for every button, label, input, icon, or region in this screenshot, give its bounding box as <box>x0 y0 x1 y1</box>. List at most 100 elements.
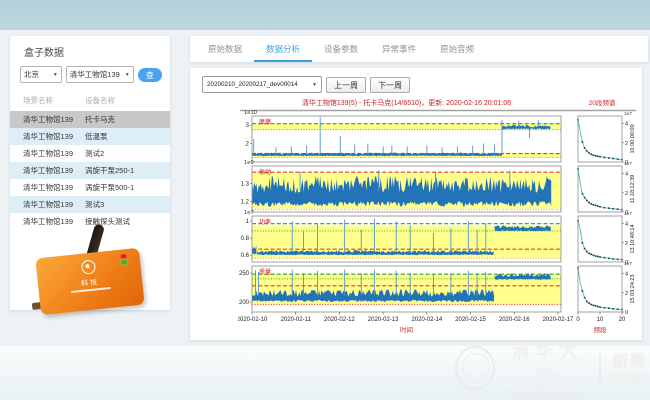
svg-text:振动: 振动 <box>259 168 271 176</box>
svg-text:13 10:48:14: 13 10:48:14 <box>630 224 636 253</box>
svg-text:频段: 频段 <box>594 325 608 334</box>
sensor-box: 科技 <box>35 248 144 316</box>
svg-text:2020-02-11: 2020-02-11 <box>281 317 312 323</box>
svg-text:1: 1 <box>246 219 250 225</box>
tab-3[interactable]: 异常事件 <box>370 36 428 60</box>
row-scene: 清华工物馆139 <box>10 148 85 159</box>
svg-text:1.3: 1.3 <box>241 182 250 188</box>
svg-text:2: 2 <box>625 191 628 197</box>
svg-text:1e7: 1e7 <box>624 261 632 267</box>
svg-text:15 03:24:23: 15 03:24:23 <box>630 274 636 303</box>
venue-select[interactable]: 清华工物馆139 ▼ <box>66 66 134 83</box>
venue-select-value: 清华工物馆139 <box>70 69 120 80</box>
spectrum-2: 0241e713 10:48:14 <box>577 211 636 266</box>
row-device: 低温泵 <box>85 131 170 142</box>
main-tab-bar: 原始数据数据分析设备参数异常事件原始音频 <box>190 36 648 62</box>
watermark-cn: 清华大学 <box>504 336 590 390</box>
svg-text:1e9: 1e9 <box>244 160 254 166</box>
region-select-value: 北京 <box>24 69 39 80</box>
svg-text:1e10: 1e10 <box>244 110 257 116</box>
device-photo: 科技 <box>30 240 158 310</box>
subplot-2: 0.6 0.8 1 1e7 功率 <box>241 210 561 262</box>
watermark: 清华大学 Tsinghua University 新闻 NEWS <box>455 336 650 399</box>
svg-text:2020-02-17: 2020-02-17 <box>543 317 574 323</box>
svg-text:2: 2 <box>625 141 628 147</box>
chevron-down-icon: ▼ <box>53 72 58 78</box>
led-green <box>121 260 127 265</box>
row-scene: 清华工物馆139 <box>10 131 85 142</box>
table-row[interactable]: 清华工物馆139接触探头测试 <box>10 213 170 230</box>
top-header-band <box>0 0 650 30</box>
spectrum-3: 0241e715 03:24:23 <box>577 261 636 316</box>
table-row[interactable]: 清华工物馆139测试3 <box>10 196 170 213</box>
analysis-panel: 20200210_20200217_dev00014 ▼ 上一周 下一周 清华工… <box>190 68 642 340</box>
svg-text:功率: 功率 <box>259 218 271 226</box>
tab-1[interactable]: 数据分析 <box>254 36 312 62</box>
svg-text:1.2: 1.2 <box>241 199 250 205</box>
search-button[interactable]: 查询 <box>138 68 162 82</box>
svg-text:200: 200 <box>239 300 250 306</box>
svg-text:2020-02-13: 2020-02-13 <box>368 317 399 323</box>
row-scene: 清华工物馆139 <box>10 199 85 210</box>
svg-text:10: 10 <box>597 317 604 323</box>
svg-text:0: 0 <box>625 310 628 316</box>
row-device: 测试2 <box>85 148 170 159</box>
svg-text:1e7: 1e7 <box>624 161 632 167</box>
svg-text:1e7: 1e7 <box>244 210 254 216</box>
tab-2[interactable]: 设备参数 <box>312 36 370 60</box>
svg-text:2020-02-16: 2020-02-16 <box>499 317 530 323</box>
chevron-down-icon: ▼ <box>312 82 317 88</box>
tab-4[interactable]: 原始音频 <box>428 36 486 60</box>
svg-text:1e7: 1e7 <box>624 111 632 117</box>
spectrum-0: 0241e710 00:00:00 <box>577 111 636 166</box>
svg-text:2020-02-12: 2020-02-12 <box>324 317 355 323</box>
table-row[interactable]: 清华工物馆139托卡马克 <box>10 111 170 128</box>
svg-text:3: 3 <box>246 123 250 129</box>
table-row[interactable]: 清华工物馆139测试2 <box>10 145 170 162</box>
svg-text:2: 2 <box>625 241 628 247</box>
svg-text:250: 250 <box>239 271 250 277</box>
app-window: 盒子数据 北京 ▼ 清华工物馆139 ▼ 查询 场景名称 设备名称 清华工物馆1… <box>0 0 650 400</box>
row-device: 托卡马克 <box>85 114 170 125</box>
spectrum-1: 0241e711 18:12:39 <box>577 161 636 216</box>
sidebar-title: 盒子数据 <box>24 44 170 59</box>
row-scene: 清华工物馆139 <box>10 182 85 193</box>
row-device: 涡旋干泵250-1 <box>85 165 170 176</box>
analysis-chart: 清华工物馆139(5) - 托卡马克(14/6510)，更新: 2020-02-… <box>238 90 638 340</box>
subplot-3: 200250质量 <box>239 266 561 312</box>
svg-text:4: 4 <box>625 172 628 178</box>
svg-text:20: 20 <box>619 317 626 323</box>
svg-text:0.6: 0.6 <box>241 253 250 259</box>
table-row[interactable]: 清华工物馆139低温泵 <box>10 128 170 145</box>
led-red <box>120 254 126 259</box>
svg-text:摩擦: 摩擦 <box>259 118 271 126</box>
tsinghua-seal-icon <box>455 346 495 390</box>
device-table-header: 场景名称 设备名称 <box>10 92 170 111</box>
row-device: 测试3 <box>85 199 170 210</box>
sidebar-filters: 北京 ▼ 清华工物馆139 ▼ 查询 <box>20 66 162 83</box>
watermark-en: Tsinghua University <box>504 392 590 399</box>
watermark-divider <box>599 353 601 383</box>
table-row[interactable]: 清华工物馆139涡旋干泵250-1 <box>10 162 170 179</box>
svg-text:2: 2 <box>625 291 628 297</box>
row-scene: 清华工物馆139 <box>10 165 85 176</box>
tab-0[interactable]: 原始数据 <box>196 36 254 60</box>
subplot-1: 1.2 1.3 1e9 振动 <box>241 160 561 212</box>
table-row[interactable]: 清华工物馆139涡旋干泵500-1 <box>10 179 170 196</box>
svg-text:清华工物馆139(5) - 托卡马克(14/6510)，更新: 清华工物馆139(5) - 托卡马克(14/6510)，更新: 2020-02-… <box>302 98 511 107</box>
row-scene: 清华工物馆139 <box>10 216 85 227</box>
watermark-news-en: NEWS <box>610 371 650 385</box>
region-select[interactable]: 北京 ▼ <box>20 66 62 83</box>
svg-text:0.8: 0.8 <box>241 236 250 242</box>
week-select-value: 20200210_20200217_dev00014 <box>207 81 298 88</box>
subplot-0: 231e10摩擦 <box>244 110 561 162</box>
svg-text:1e7: 1e7 <box>624 211 632 217</box>
svg-text:2020-02-14: 2020-02-14 <box>411 317 442 323</box>
row-scene: 清华工物馆139 <box>10 114 85 125</box>
device-table: 清华工物馆139托卡马克清华工物馆139低温泵清华工物馆139测试2清华工物馆1… <box>10 111 170 230</box>
svg-text:4: 4 <box>625 222 628 228</box>
svg-text:4: 4 <box>625 122 628 128</box>
row-device: 涡旋干泵500-1 <box>85 182 170 193</box>
scene-column-header: 场景名称 <box>10 95 85 106</box>
svg-text:时间: 时间 <box>400 325 413 334</box>
